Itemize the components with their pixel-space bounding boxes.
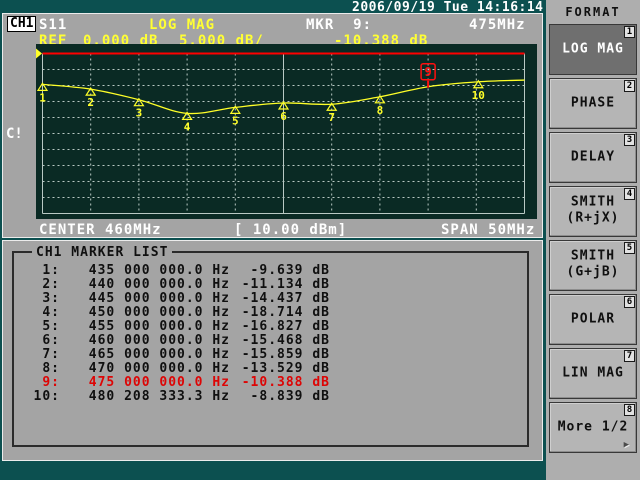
softkey-number-badge: 3 [624, 134, 635, 146]
softkey-number-badge: 4 [624, 188, 635, 200]
format-label: LOG MAG [149, 17, 216, 33]
trace-marker-number: 5 [232, 114, 239, 127]
marker-row: 10: 480 208 333.3 Hz -8.839 dB [33, 389, 330, 404]
marker-row: 5: 455 000 000.0 Hz -16.827 dB [42, 319, 330, 334]
softkey-label: PHASE [570, 94, 616, 110]
measurement-screen: CH1 S11 LOG MAG MKR 9: 475MHz REF 0.000 … [2, 13, 543, 238]
trace-marker-number: 2 [87, 96, 94, 109]
trace-marker-number: 1 [39, 91, 46, 104]
softkey-label: LIN MAG [562, 364, 624, 380]
plot-panel: 1 2 3 4 5 6 7 8 9 10 [36, 44, 537, 219]
marker-row: 6: 460 000 000.0 Hz -15.468 dB [42, 333, 330, 348]
softkey-phase[interactable]: PHASE 2 [549, 78, 637, 129]
marker-row: 3: 445 000 000.0 Hz -14.437 dB [42, 291, 330, 306]
center-freq-label: CENTER 460MHz [39, 222, 162, 238]
trace-marker-number: 4 [184, 120, 191, 133]
softkey-label: POLAR [570, 310, 616, 326]
marker-list-title: CH1 MARKER LIST [32, 245, 173, 260]
softkey-more-1-2[interactable]: More 1/2 8 ▶ [549, 402, 637, 453]
softkey-lin-mag[interactable]: LIN MAG 7 [549, 348, 637, 399]
marker-row: 9: 475 000 000.0 Hz -10.388 dB [42, 375, 330, 390]
softkey-smith-g-jb-[interactable]: SMITH (G+jB) 5 [549, 240, 637, 291]
softkey-number-badge: 1 [624, 26, 635, 38]
more-arrow-icon: ▶ [623, 440, 629, 450]
softkey-menu: FORMAT LOG MAG 1 PHASE 2 DELAY 3 SMITH (R+jX) 4… [546, 0, 640, 480]
plot-area: 1 2 3 4 5 6 7 8 9 10 [36, 48, 525, 214]
softkey-number-badge: 8 [624, 404, 635, 416]
softkey-number-badge: 7 [624, 350, 635, 362]
marker-list-panel: CH1 MARKER LIST 1: 435 000 000.0 Hz -9.639… [2, 240, 543, 461]
trace-marker-number: 8 [377, 104, 384, 117]
measurement-label: S11 [39, 17, 68, 33]
span-label: SPAN 50MHz [441, 222, 536, 238]
softkey-number-badge: 6 [624, 296, 635, 308]
trace-marker-number: 3 [136, 107, 143, 120]
marker-row: 1: 435 000 000.0 Hz -9.639 dB [42, 263, 330, 278]
marker-readout-label: MKR 9: [306, 17, 373, 33]
softkey-label: More 1/2 [557, 418, 629, 434]
channel-badge: CH1 [7, 16, 37, 32]
softkey-number-badge: 5 [624, 242, 635, 254]
softkey-number-badge: 2 [624, 80, 635, 92]
marker-row: 2: 440 000 000.0 Hz -11.134 dB [42, 277, 330, 292]
marker-row: 7: 465 000 000.0 Hz -15.859 dB [42, 347, 330, 362]
softkey-polar[interactable]: POLAR 6 [549, 294, 637, 345]
marker-row: 8: 470 000 000.0 Hz -13.529 dB [42, 361, 330, 376]
marker-list-box: CH1 MARKER LIST 1: 435 000 000.0 Hz -9.639… [12, 245, 529, 447]
power-level-label: [ 10.00 dBm] [234, 222, 348, 238]
trace-marker-number: 10 [472, 89, 485, 102]
softkey-smith-r-jx-[interactable]: SMITH (R+jX) 4 [549, 186, 637, 237]
softkey-label: LOG MAG [562, 40, 624, 56]
active-marker-number: 9 [424, 65, 431, 79]
marker-list-rows: 1: 435 000 000.0 Hz -9.639 dB 2: 440 000 000… [24, 264, 521, 404]
marker-row: 4: 450 000 000.0 Hz -18.714 dB [42, 305, 330, 320]
softkey-delay[interactable]: DELAY 3 [549, 132, 637, 183]
menu-title: FORMAT [565, 5, 621, 19]
trace-marker-number: 6 [280, 110, 287, 123]
softkey-log-mag[interactable]: LOG MAG 1 [549, 24, 637, 75]
cal-status: C! [6, 126, 23, 142]
ref-level-arrow-icon [36, 48, 42, 59]
marker-readout-freq: 475MHz [469, 17, 526, 33]
trace-marker-number: 7 [328, 111, 335, 124]
softkey-label: DELAY [570, 148, 616, 164]
